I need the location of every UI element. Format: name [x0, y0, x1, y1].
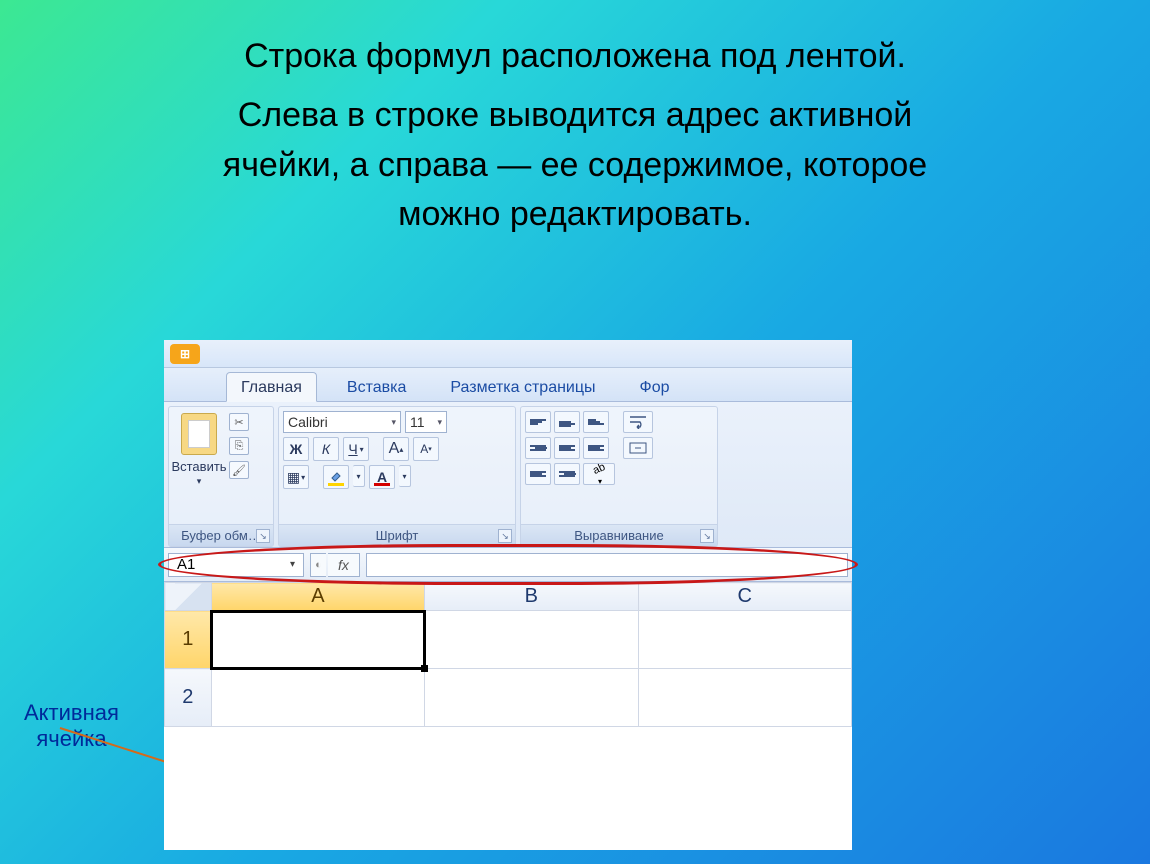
cell[interactable]	[638, 611, 851, 669]
column-header[interactable]: A	[211, 583, 424, 611]
increase-indent-button[interactable]	[554, 463, 580, 485]
decrease-indent-button[interactable]	[525, 463, 551, 485]
align-left-button[interactable]	[525, 437, 551, 459]
fill-color-button[interactable]	[323, 465, 349, 489]
ribbon-tabs: Главная Вставка Разметка страницы Фор	[164, 368, 852, 402]
worksheet-grid[interactable]: A B C 1 2	[164, 582, 852, 850]
fill-color-dropdown[interactable]: ▾	[353, 465, 365, 487]
group-label-clipboard: Буфер обм… ↘	[169, 524, 273, 546]
slide-text: Строка формул расположена под лентой. Сл…	[125, 0, 1025, 239]
merge-center-button[interactable]	[623, 437, 653, 459]
border-button[interactable]: ▦▾	[283, 465, 309, 489]
copy-icon[interactable]: ⎘	[229, 437, 249, 455]
group-label-alignment: Выравнивание ↘	[521, 524, 717, 546]
select-all-corner[interactable]	[165, 583, 212, 611]
window-titlebar: ⊞	[164, 340, 852, 368]
active-cell-callout: Активная ячейка	[24, 700, 119, 753]
paste-button[interactable]: Вставить ▾	[173, 411, 225, 520]
group-label-font: Шрифт ↘	[279, 524, 515, 546]
row-header[interactable]: 1	[165, 611, 212, 669]
row-header[interactable]: 2	[165, 669, 212, 727]
align-center-button[interactable]	[554, 437, 580, 459]
dialog-launcher-icon[interactable]: ↘	[256, 529, 270, 543]
dialog-launcher-icon[interactable]: ↘	[498, 529, 512, 543]
tab-formulas[interactable]: Фор	[626, 373, 684, 401]
office-button-icon[interactable]: ⊞	[170, 344, 200, 364]
format-painter-icon[interactable]: 🖌	[229, 461, 249, 479]
formula-input[interactable]	[366, 553, 848, 577]
font-color-button[interactable]: А	[369, 465, 395, 489]
cell[interactable]	[425, 611, 638, 669]
cell-a1[interactable]	[211, 611, 424, 669]
insert-function-button[interactable]: fx	[328, 553, 360, 577]
italic-button[interactable]: К	[313, 437, 339, 461]
tab-home[interactable]: Главная	[226, 372, 317, 402]
cell[interactable]	[638, 669, 851, 727]
font-color-dropdown[interactable]: ▾	[399, 465, 411, 487]
group-clipboard: Вставить ▾ ✂ ⎘ 🖌 Буфер обм… ↘	[168, 406, 274, 547]
name-box[interactable]: A1▾	[168, 553, 304, 577]
cell[interactable]	[211, 669, 424, 727]
orientation-button[interactable]: ab▾	[583, 463, 615, 485]
cut-icon[interactable]: ✂	[229, 413, 249, 431]
slide-paragraph: Слева в строке выводится адрес активной …	[195, 91, 955, 239]
align-top-button[interactable]	[525, 411, 551, 433]
font-name-combo[interactable]: Calibri▾	[283, 411, 401, 433]
wrap-text-button[interactable]	[623, 411, 653, 433]
ribbon: Вставить ▾ ✂ ⎘ 🖌 Буфер обм… ↘ Calibri▾	[164, 402, 852, 548]
formula-bar: A1▾ ◐ fx	[164, 548, 852, 582]
slide-line-1: Строка формул расположена под лентой.	[125, 32, 1025, 81]
group-alignment: ab▾ Выравнивание ↘	[520, 406, 718, 547]
paste-icon	[181, 413, 217, 455]
excel-screenshot: ⊞ Главная Вставка Разметка страницы Фор …	[164, 340, 852, 850]
align-right-button[interactable]	[583, 437, 609, 459]
formula-expand-icon[interactable]: ◐	[310, 553, 326, 577]
shrink-font-button[interactable]: А▾	[413, 437, 439, 461]
group-font: Calibri▾ 11▾ Ж К Ч▾ А▴ А▾ ▦▾	[278, 406, 516, 547]
bold-button[interactable]: Ж	[283, 437, 309, 461]
column-header[interactable]: C	[638, 583, 851, 611]
tab-insert[interactable]: Вставка	[333, 373, 420, 401]
cell[interactable]	[425, 669, 638, 727]
tab-page-layout[interactable]: Разметка страницы	[436, 373, 609, 401]
font-size-combo[interactable]: 11▾	[405, 411, 447, 433]
align-bottom-button[interactable]	[583, 411, 609, 433]
align-middle-button[interactable]	[554, 411, 580, 433]
dialog-launcher-icon[interactable]: ↘	[700, 529, 714, 543]
underline-button[interactable]: Ч▾	[343, 437, 369, 461]
grow-font-button[interactable]: А▴	[383, 437, 409, 461]
column-header[interactable]: B	[425, 583, 638, 611]
